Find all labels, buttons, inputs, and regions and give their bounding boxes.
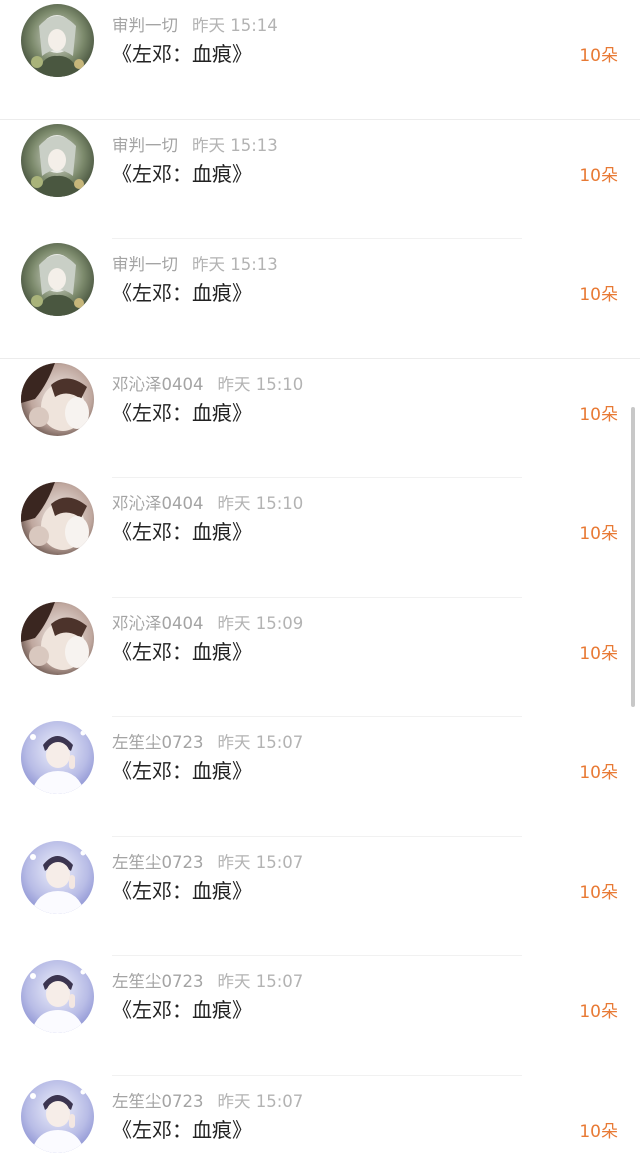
list-item[interactable]: 左笙尘0723 昨天 15:07 《左邓：血痕》 10朵 [0, 956, 640, 1076]
gift-amount: 10朵 [579, 643, 618, 664]
avatar[interactable] [21, 482, 94, 555]
list-item[interactable]: 邓沁泽0404 昨天 15:09 《左邓：血痕》 10朵 [0, 598, 640, 717]
timestamp: 昨天 15:07 [217, 972, 304, 991]
message-meta: 审判一切 昨天 15:13 [112, 135, 278, 157]
stage-avatar-icon [21, 960, 94, 1033]
list-item[interactable]: 左笙尘0723 昨天 15:07 《左邓：血痕》 10朵 [0, 1076, 640, 1170]
list-item[interactable]: 左笙尘0723 昨天 15:07 《左邓：血痕》 10朵 [0, 837, 640, 956]
work-title[interactable]: 《左邓：血痕》 [112, 638, 252, 666]
anime-avatar-icon [21, 4, 94, 77]
avatar[interactable] [21, 362, 94, 436]
timestamp: 昨天 15:07 [217, 852, 304, 872]
portrait-avatar-icon [21, 601, 94, 675]
list-item[interactable]: 邓沁泽0404 昨天 15:10 《左邓：血痕》 10朵 [0, 359, 640, 478]
portrait-avatar-icon [21, 482, 94, 555]
list-item[interactable]: 邓沁泽0404 昨天 15:10 《左邓：血痕》 10朵 [0, 478, 640, 598]
work-title[interactable]: 《左邓：血痕》 [112, 518, 252, 546]
work-title[interactable]: 《左邓：血痕》 [112, 757, 252, 785]
stage-avatar-icon [21, 721, 94, 794]
gift-amount: 10朵 [579, 285, 618, 305]
work-title[interactable]: 《左邓：血痕》 [112, 1116, 252, 1144]
timestamp: 昨天 15:07 [217, 733, 304, 752]
work-title[interactable]: 《左邓：血痕》 [112, 279, 252, 307]
work-title[interactable]: 《左邓：血痕》 [112, 877, 252, 905]
sender-name[interactable]: 审判一切 [112, 255, 178, 274]
sender-name[interactable]: 邓沁泽0404 [112, 375, 204, 394]
timestamp: 昨天 15:10 [217, 494, 304, 513]
gift-amount: 10朵 [579, 1002, 618, 1022]
avatar[interactable] [21, 721, 94, 794]
timestamp: 昨天 15:14 [192, 16, 278, 35]
sender-name[interactable]: 邓沁泽0404 [112, 494, 204, 513]
work-title[interactable]: 《左邓：血痕》 [112, 40, 252, 68]
avatar[interactable] [21, 601, 94, 675]
timestamp: 昨天 15:07 [217, 1091, 304, 1111]
list-item[interactable]: 审判一切 昨天 15:14 《左邓：血痕》 10朵 [0, 0, 640, 120]
message-meta: 左笙尘0723 昨天 15:07 [112, 852, 303, 874]
timestamp: 昨天 15:09 [217, 613, 304, 633]
gift-amount: 10朵 [579, 763, 618, 783]
sender-name[interactable]: 左笙尘0723 [112, 733, 204, 752]
timestamp: 昨天 15:13 [192, 255, 278, 274]
message-meta: 左笙尘0723 昨天 15:07 [112, 732, 303, 754]
message-meta: 左笙尘0723 昨天 15:07 [112, 1091, 303, 1113]
avatar[interactable] [21, 960, 94, 1033]
gift-amount: 10朵 [579, 46, 618, 66]
message-meta: 邓沁泽0404 昨天 15:10 [112, 374, 303, 396]
avatar[interactable] [21, 123, 94, 197]
message-meta: 左笙尘0723 昨天 15:07 [112, 971, 303, 993]
gift-amount: 10朵 [579, 524, 618, 544]
work-title[interactable]: 《左邓：血痕》 [112, 996, 252, 1024]
timestamp: 昨天 15:10 [217, 374, 304, 394]
message-meta: 邓沁泽0404 昨天 15:10 [112, 493, 303, 515]
stage-avatar-icon [21, 840, 94, 914]
sender-name[interactable]: 审判一切 [112, 136, 178, 155]
timestamp: 昨天 15:13 [192, 135, 278, 155]
work-title[interactable]: 《左邓：血痕》 [112, 160, 252, 188]
stage-avatar-icon [21, 1079, 94, 1153]
sender-name[interactable]: 左笙尘0723 [112, 1092, 204, 1111]
gift-amount: 10朵 [579, 404, 618, 425]
avatar[interactable] [21, 840, 94, 914]
gift-amount: 10朵 [579, 1121, 618, 1142]
list-item[interactable]: 审判一切 昨天 15:13 《左邓：血痕》 10朵 [0, 239, 640, 359]
sender-name[interactable]: 左笙尘0723 [112, 853, 204, 872]
sender-name[interactable]: 邓沁泽0404 [112, 614, 204, 633]
message-meta: 审判一切 昨天 15:14 [112, 15, 278, 37]
avatar[interactable] [21, 1079, 94, 1153]
avatar[interactable] [21, 243, 94, 316]
gift-amount: 10朵 [579, 165, 618, 186]
anime-avatar-icon [21, 243, 94, 316]
portrait-avatar-icon [21, 362, 94, 436]
list-item[interactable]: 审判一切 昨天 15:13 《左邓：血痕》 10朵 [0, 120, 640, 239]
sender-name[interactable]: 左笙尘0723 [112, 972, 204, 991]
anime-avatar-icon [21, 123, 94, 197]
gift-amount: 10朵 [579, 882, 618, 903]
message-meta: 审判一切 昨天 15:13 [112, 254, 278, 276]
sender-name[interactable]: 审判一切 [112, 16, 178, 35]
avatar[interactable] [21, 4, 94, 77]
gift-record-list: 审判一切 昨天 15:14 《左邓：血痕》 10朵 审判一切 昨天 15:13 《左… [0, 0, 640, 1170]
scrollbar[interactable] [631, 407, 635, 707]
work-title[interactable]: 《左邓：血痕》 [112, 399, 252, 427]
message-meta: 邓沁泽0404 昨天 15:09 [112, 613, 303, 635]
list-item[interactable]: 左笙尘0723 昨天 15:07 《左邓：血痕》 10朵 [0, 717, 640, 837]
